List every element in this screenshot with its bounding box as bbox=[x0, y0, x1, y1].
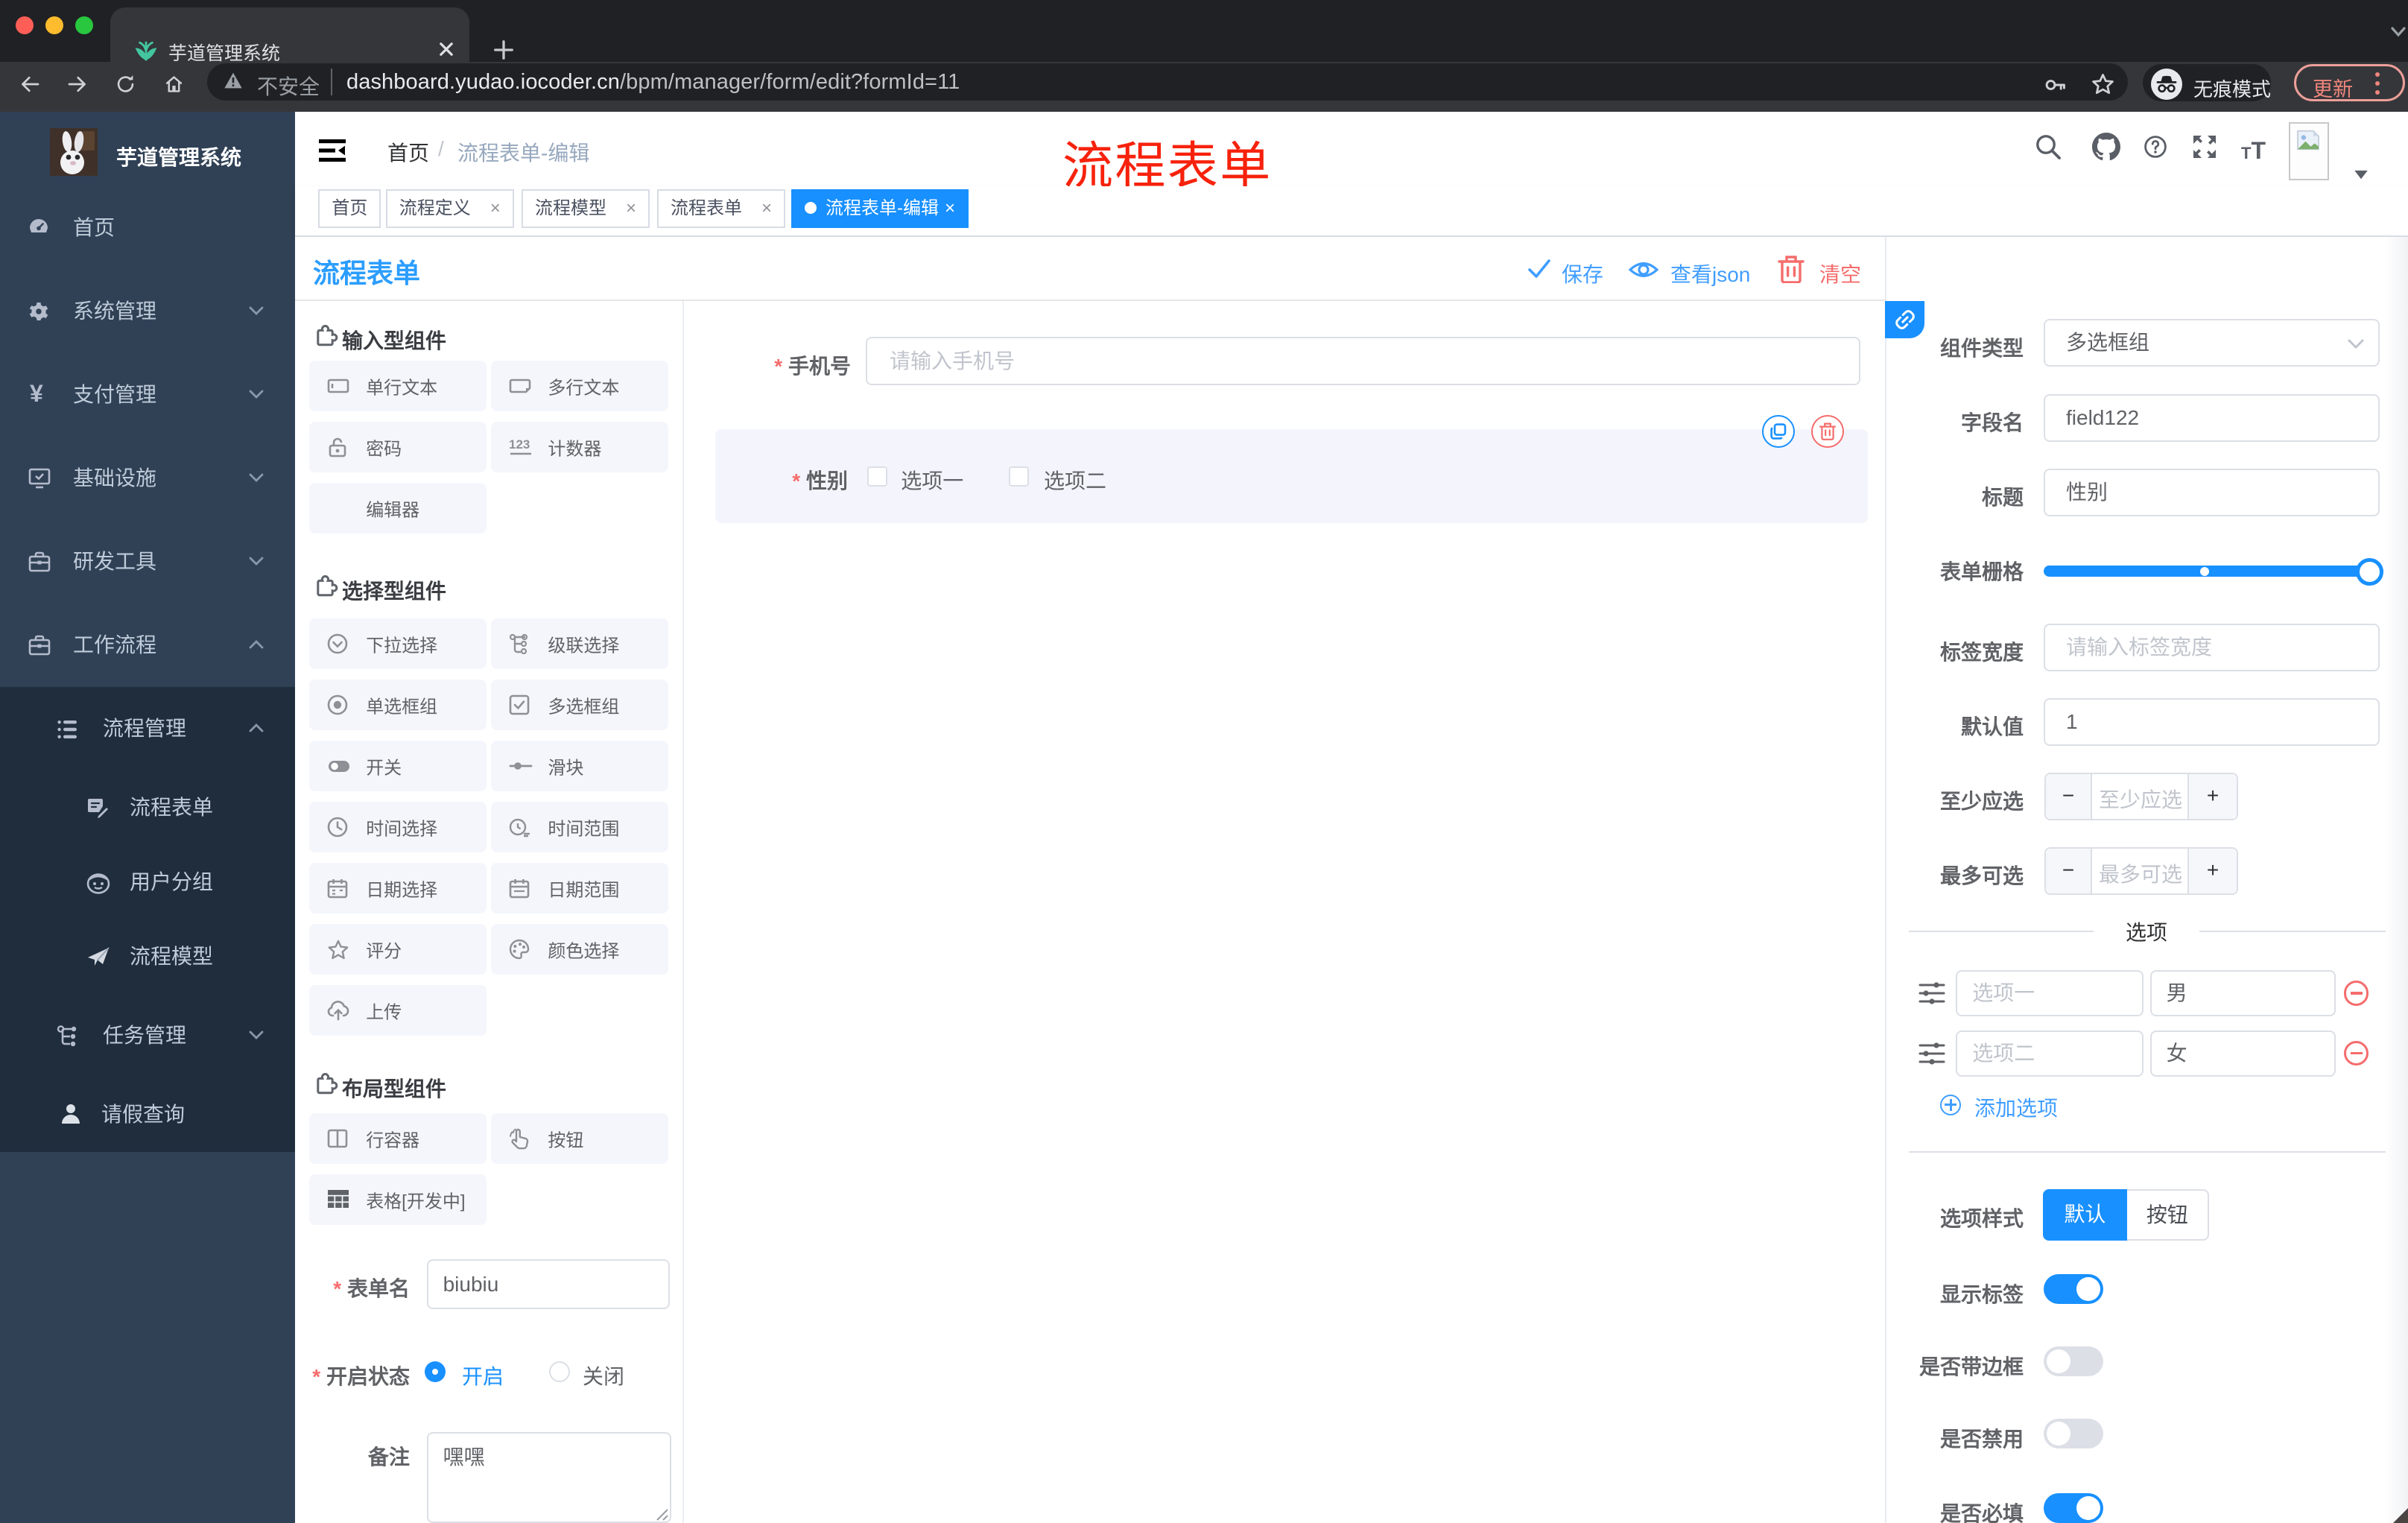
svg-text:123: 123 bbox=[509, 437, 530, 452]
